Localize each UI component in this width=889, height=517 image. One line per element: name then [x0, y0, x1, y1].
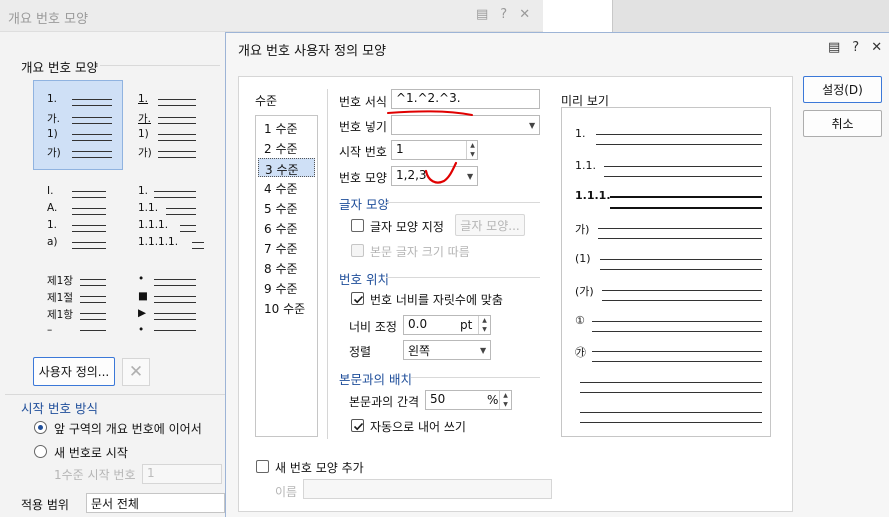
- start-number-spinner[interactable]: ▲ ▼: [466, 141, 478, 159]
- custom-outline-titlebar: 개요 번호 사용자 정의 모양 ▤ ? ✕: [226, 33, 889, 63]
- char-shape-group-title: 글자 모양: [339, 197, 389, 212]
- custom-define-button[interactable]: 사용자 정의...: [33, 357, 115, 386]
- char-shape-checkbox[interactable]: [351, 219, 364, 232]
- red-check-annotation: [424, 161, 458, 184]
- set-button[interactable]: 설정(D): [803, 76, 882, 103]
- level-list[interactable]: 1 수준 2 수준 3 수준 4 수준 5 수준 6 수준 7 수준 8 수준 …: [255, 115, 318, 437]
- width-adjust-spinner[interactable]: ▲ ▼: [478, 316, 490, 334]
- name-input[interactable]: [303, 479, 552, 499]
- apply-range-select[interactable]: 문서 전체: [86, 493, 225, 513]
- level-item[interactable]: 7 수준: [258, 238, 315, 257]
- radio-continue[interactable]: [34, 421, 47, 434]
- close-icon[interactable]: ✕: [519, 7, 530, 22]
- align-select[interactable]: 왼쪽: [403, 340, 491, 360]
- cancel-button[interactable]: 취소: [803, 110, 882, 137]
- comment-icon[interactable]: ▤: [828, 40, 840, 55]
- level-item[interactable]: 4 수준: [258, 178, 315, 197]
- fit-width-checkbox[interactable]: [351, 292, 364, 305]
- outline-preset-3[interactable]: I. A. 1. a): [33, 178, 123, 268]
- level-item[interactable]: 1 수준: [258, 118, 315, 137]
- level-item[interactable]: 8 수준: [258, 258, 315, 277]
- body-layout-group-title: 본문과의 배치: [339, 372, 412, 387]
- level-item[interactable]: 10 수준: [258, 298, 315, 317]
- start-number-group-title: 시작 번호 방식: [21, 401, 98, 416]
- chevron-down-icon: ▼: [529, 121, 536, 130]
- help-icon[interactable]: ?: [852, 40, 859, 55]
- level-item[interactable]: 9 수준: [258, 278, 315, 297]
- outline-preset-2[interactable]: 1. 가. 1) 가): [131, 80, 221, 170]
- outline-preset-5[interactable]: 제1장 제1절 제1항 –: [33, 268, 123, 358]
- chevron-down-icon: ▼: [467, 172, 474, 181]
- background-window: [612, 0, 889, 32]
- outline-dialog-titlebar: 개요 번호 모양 ▤ ? ✕: [0, 0, 543, 32]
- outline-preset-1[interactable]: 1. 가. 1) 가): [33, 80, 123, 170]
- preview-box: 1. 1.1. 1.1.1. 가) (1) (가) ① ㉮: [561, 107, 771, 437]
- red-underline-annotation: [387, 110, 473, 116]
- gap-spinner[interactable]: ▲ ▼: [499, 391, 511, 409]
- help-icon[interactable]: ?: [500, 7, 507, 22]
- add-shape-checkbox[interactable]: [256, 460, 269, 473]
- follow-size-checkbox[interactable]: [351, 244, 364, 257]
- custom-outline-dialog: 개요 번호 사용자 정의 모양 ▤ ? ✕ 수준 1 수준 2 수준 3 수준 …: [225, 32, 889, 517]
- outline-dialog-title: 개요 번호 모양: [8, 12, 89, 27]
- level-item[interactable]: 5 수준: [258, 198, 315, 217]
- auto-indent-checkbox[interactable]: [351, 419, 364, 432]
- char-shape-button[interactable]: 글자 모양...: [455, 214, 525, 236]
- levels-label: 수준: [255, 94, 278, 108]
- level-item-selected[interactable]: 3 수준: [258, 158, 315, 177]
- outline-preset-6[interactable]: • ■ ▶ •: [131, 268, 221, 358]
- start-number-input[interactable]: 1: [391, 140, 478, 160]
- level-item[interactable]: 6 수준: [258, 218, 315, 237]
- comment-icon[interactable]: ▤: [476, 7, 488, 22]
- radio-new-number[interactable]: [34, 445, 47, 458]
- chevron-down-icon: ▼: [480, 346, 487, 355]
- custom-outline-title: 개요 번호 사용자 정의 모양: [238, 44, 387, 59]
- outline-preset-4[interactable]: 1. 1.1. 1.1.1. 1.1.1.1.: [131, 178, 221, 268]
- delete-icon[interactable]: ✕: [122, 358, 150, 386]
- close-icon[interactable]: ✕: [871, 40, 882, 55]
- outline-shape-group-title: 개요 번호 모양: [21, 60, 98, 75]
- level1-start-input[interactable]: 1: [142, 464, 222, 484]
- number-position-group-title: 번호 위치: [339, 272, 389, 287]
- level-item[interactable]: 2 수준: [258, 138, 315, 157]
